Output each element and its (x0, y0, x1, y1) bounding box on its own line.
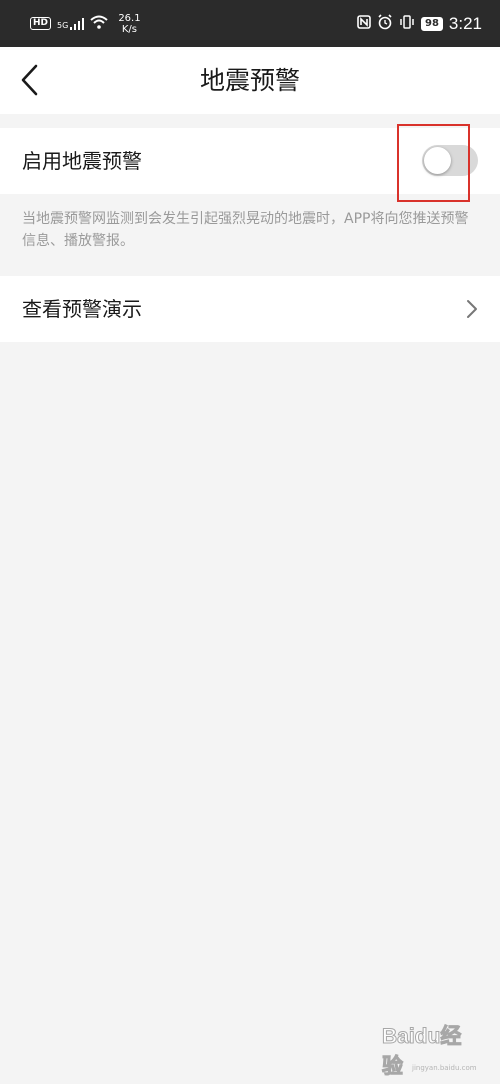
alarm-icon (377, 13, 393, 34)
page-title: 地震预警 (199, 66, 300, 95)
chevron-right-icon (467, 300, 477, 318)
hd-badge: HD (30, 17, 52, 30)
view-alert-demo-row[interactable]: 查看预警演示 (0, 276, 500, 342)
status-bar: HD 5G 26.1 K/s 98 3:21 (0, 0, 500, 47)
earthquake-alert-setting: 启用地震预警 (0, 128, 500, 194)
vibrate-icon (399, 14, 415, 33)
app-header: 地震预警 (0, 47, 500, 114)
earthquake-alert-description: 当地震预警网监测到会发生引起强烈晃动的地震时，APP将向您推送预警信息、播放警报… (22, 211, 469, 249)
network-speed-value: 26.1 (118, 12, 141, 24)
status-left: HD 5G 26.1 K/s (30, 13, 141, 35)
wifi-icon (90, 14, 108, 33)
watermark-url: jingyan.baidu.com (412, 1064, 477, 1072)
view-alert-demo-label: 查看预警演示 (22, 297, 142, 321)
battery-indicator: 98 (420, 16, 443, 31)
nfc-icon (357, 14, 371, 33)
earthquake-alert-label: 启用地震预警 (22, 149, 142, 173)
baidu-jingyan-watermark: Baidu经验 jingyan.baidu.com (382, 1025, 482, 1079)
toggle-knob (424, 147, 451, 174)
clock: 3:21 (448, 13, 482, 33)
network-speed-unit: K/s (121, 23, 138, 35)
network-speed: 26.1 K/s (118, 13, 140, 35)
signal-icon: 5G (57, 17, 85, 30)
status-right: 98 3:21 (357, 14, 482, 34)
network-type: 5G (57, 20, 69, 30)
earthquake-alert-toggle[interactable] (422, 145, 478, 176)
